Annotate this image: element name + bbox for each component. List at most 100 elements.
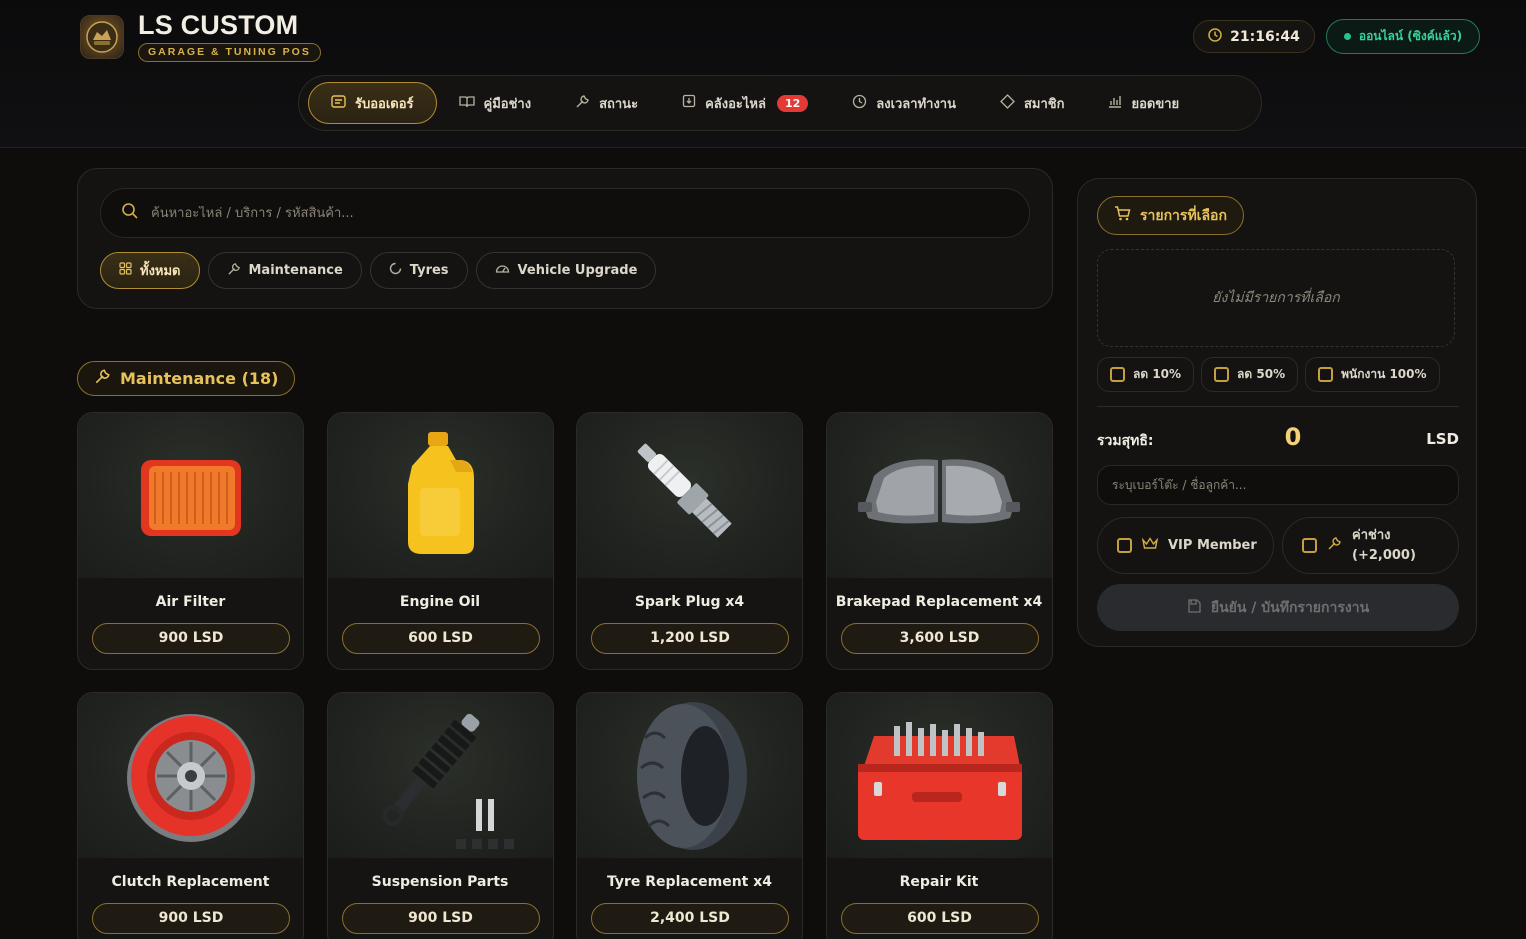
product-price: 900 LSD [341,903,540,934]
confirm-label: ยืนยัน / บันทึกรายการงาน [1210,599,1370,616]
wrench-icon [94,368,111,389]
technician-fee-label: ค่าช่าง [1352,527,1391,543]
vip-label: VIP Member [1168,538,1257,553]
wrench-icon [1327,536,1342,555]
nav-status-label: สถานะ [599,96,639,112]
save-icon [1187,598,1201,617]
cart-icon [1114,206,1131,225]
product-image [826,693,1052,858]
nav-manual[interactable]: คู่มือช่าง [437,82,554,124]
product-name: Tyre Replacement x4 [606,874,772,890]
brake-pads-icon [858,458,1020,523]
total-unit: LSD [1426,430,1459,448]
clock-time: 21:16:44 [1230,28,1300,45]
online-dot-icon [1343,33,1351,40]
checkbox-icon [1318,367,1334,382]
discount-label: ลด 50% [1237,367,1286,381]
product-grid: Air Filter 900 LSD Engine Oil 600 LSD Sp… [77,412,1053,939]
product-card[interactable]: Repair Kit 600 LSD [825,692,1053,939]
checkbox-icon [1110,367,1125,382]
clock: 21:16:44 [1193,20,1315,53]
product-image [78,413,303,578]
receipt-icon [331,94,346,112]
product-name: Engine Oil [399,594,481,610]
filter-maintenance-label: Maintenance [248,263,343,278]
filter-tyres[interactable]: Tyres [369,252,468,289]
product-name: Suspension Parts [371,874,509,890]
cart-title: รายการที่เลือก [1097,196,1244,235]
clutch-icon [126,713,255,842]
product-image [327,693,553,858]
section-header: Maintenance (18) [77,361,296,396]
nav-manual-label: คู่มือช่าง [483,96,532,112]
product-image [577,693,802,858]
filter-upgrade[interactable]: Vehicle Upgrade [475,252,657,289]
filter-tyres-label: Tyres [409,263,449,278]
product-card[interactable]: Spark Plug x4 1,200 LSD [576,412,803,670]
search-input[interactable] [151,205,971,221]
product-card[interactable]: Clutch Replacement 900 LSD [77,692,304,939]
crown-icon [1141,537,1159,554]
online-status: ออนไลน์ (ซิงค์แล้ว) [1326,19,1480,54]
product-image [78,693,303,858]
circle-icon [389,262,402,279]
discount-label: ลด 10% [1133,367,1182,381]
nav-members[interactable]: สมาชิก [978,82,1087,124]
product-price: 900 LSD [92,903,290,934]
suspension-icon [382,713,514,849]
nav-timeclock[interactable]: ลงเวลาทำงาน [830,82,978,124]
search-box [100,188,1030,238]
section-title: Maintenance (18) [120,369,279,388]
filter-maintenance[interactable]: Maintenance [207,252,362,289]
discount-50-checkbox[interactable]: ลด 50% [1201,357,1299,392]
nav-orders[interactable]: รับออเดอร์ [308,82,437,124]
wrench-icon [575,94,590,113]
product-card[interactable]: Suspension Parts 900 LSD [326,692,554,939]
product-card[interactable]: Engine Oil 600 LSD [326,412,554,670]
customer-input[interactable] [1097,465,1459,505]
confirm-button[interactable]: ยืนยัน / บันทึกรายการงาน [1097,584,1459,631]
nav-timeclock-label: ลงเวลาทำงาน [876,96,956,112]
nav-members-label: สมาชิก [1023,96,1065,112]
product-price: 1,200 LSD [591,623,789,654]
vip-member-option[interactable]: VIP Member [1097,517,1274,574]
toolbox-icon [858,721,1022,840]
nav-sales[interactable]: ยอดขาย [1086,82,1201,124]
product-price: 600 LSD [840,903,1039,934]
clock-icon [1208,27,1222,46]
logo-emblem-icon [86,21,118,53]
cart-title-text: รายการที่เลือก [1140,207,1227,224]
top-bar: LS CUSTOM GARAGE & TUNING POS 21:16:44 อ… [0,0,1526,148]
nav-inventory[interactable]: คลังอะไหล่ 12 [660,82,830,124]
nav-sales-label: ยอดขาย [1131,96,1180,112]
search-icon [121,202,139,225]
engine-oil-icon [408,431,474,554]
filter-all-label: ทั้งหมด [140,264,181,279]
product-name: Brakepad Replacement x4 [835,594,1043,610]
discount-options: ลด 10% ลด 50% พนักงาน 100% [1097,357,1440,392]
product-card[interactable]: Brakepad Replacement x4 3,600 LSD [825,412,1053,670]
search-panel: ทั้งหมด Maintenance Tyres Vehicle Upgrad… [77,168,1053,309]
product-image [577,413,802,578]
product-card[interactable]: Air Filter 900 LSD [77,412,304,670]
technician-fee-option[interactable]: ค่าช่าง (+2,000) [1282,517,1459,574]
product-price: 900 LSD [92,623,290,654]
total-label: รวมสุทธิ: [1097,433,1154,449]
filter-all[interactable]: ทั้งหมด [100,252,200,289]
grid-icon [119,262,132,279]
product-price: 3,600 LSD [840,623,1039,654]
discount-staff-checkbox[interactable]: พนักงาน 100% [1305,357,1440,392]
diamond-icon [1000,93,1015,113]
checkbox-icon [1214,367,1230,382]
cart-empty-state: ยังไม่มีรายการที่เลือก [1097,249,1455,347]
discount-10-checkbox[interactable]: ลด 10% [1097,357,1195,392]
nav-orders-label: รับออเดอร์ [355,96,414,112]
product-name: Spark Plug x4 [634,594,745,610]
product-name: Repair Kit [899,874,979,890]
filter-upgrade-label: Vehicle Upgrade [517,263,638,278]
divider [1097,406,1459,407]
technician-fee-text: ค่าช่าง (+2,000) [1352,526,1416,566]
product-name: Clutch Replacement [111,874,270,890]
nav-status[interactable]: สถานะ [553,82,660,124]
product-card[interactable]: Tyre Replacement x4 2,400 LSD [576,692,803,939]
